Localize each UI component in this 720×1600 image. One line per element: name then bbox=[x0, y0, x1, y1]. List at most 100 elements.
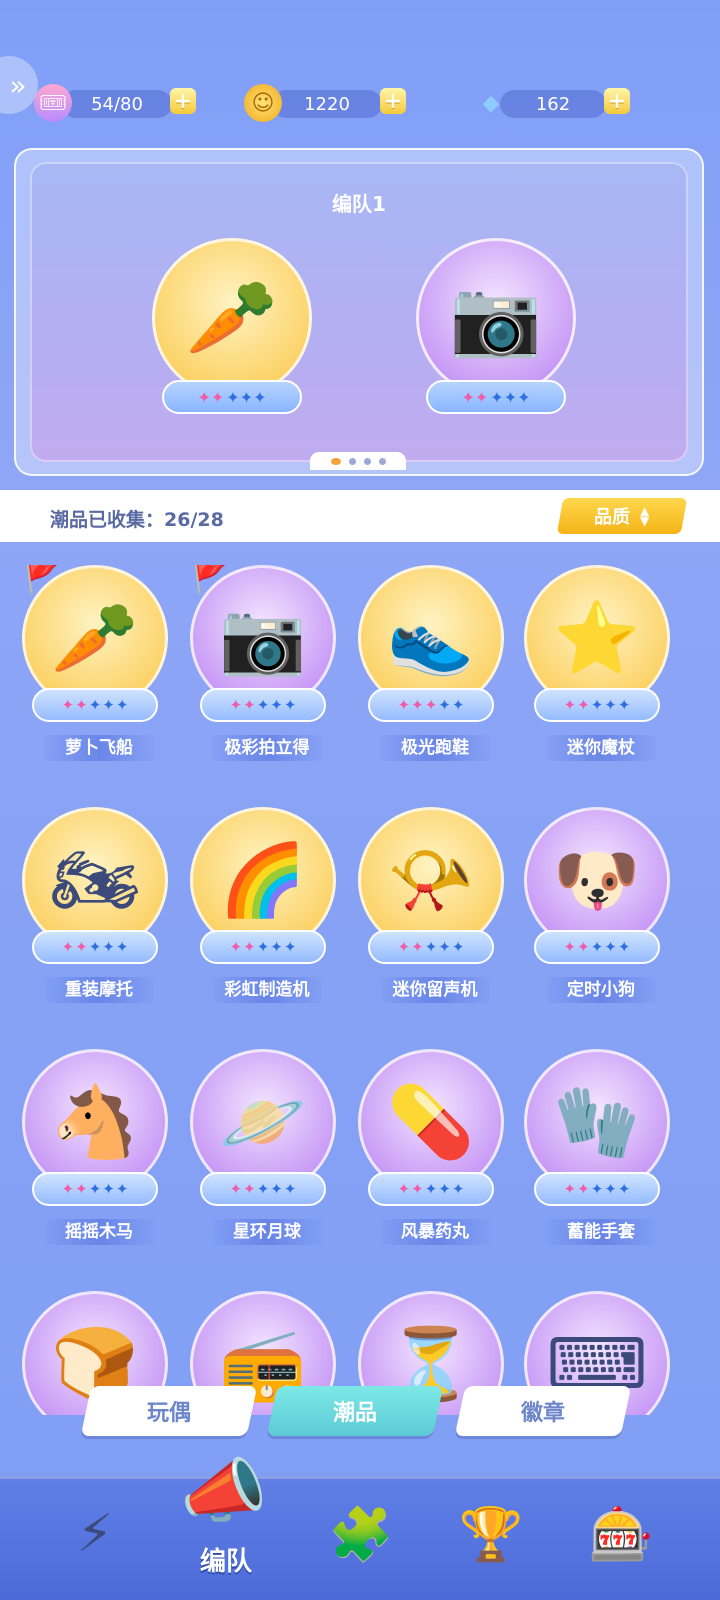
item-icon: 📯 bbox=[387, 838, 475, 921]
star-icon: ✦ bbox=[270, 696, 283, 714]
star-icon: ✦ bbox=[115, 696, 129, 714]
item-name: 星环月球 bbox=[212, 1219, 322, 1245]
collection-item[interactable]: 🐶 ✦ ✦ ✦ ✦ ✦ 定时小狗 bbox=[516, 807, 676, 1017]
collection-count: 潮品已收集：26/28 bbox=[50, 509, 224, 531]
page-dot bbox=[330, 457, 341, 465]
star-icon: ✦ bbox=[102, 696, 115, 714]
page-dot bbox=[348, 457, 356, 465]
star-icon: ✦ bbox=[397, 1180, 411, 1198]
star-icon: ✦ bbox=[88, 696, 102, 714]
item-icon: 🏍 bbox=[50, 838, 140, 921]
star-icon: ✦ bbox=[577, 696, 590, 714]
star-icon: ✦ bbox=[243, 696, 256, 714]
star-icon: ✦ bbox=[424, 1180, 438, 1198]
star-icon: ✦ bbox=[438, 696, 451, 714]
item-icon: ⭐ bbox=[553, 596, 641, 679]
star-icon: ✦ bbox=[270, 1180, 283, 1198]
star-icon: ✦ bbox=[256, 938, 270, 956]
nav-team-label: 编队 bbox=[199, 1547, 252, 1577]
star-icon: ✦ bbox=[577, 1180, 590, 1198]
gem-value: 162 bbox=[535, 93, 571, 115]
item-name: 蓄能手套 bbox=[546, 1219, 656, 1245]
star-icon: ✦ bbox=[256, 1180, 270, 1198]
team-slot-1-stars: ✦✦ ✦✦✦ bbox=[162, 380, 302, 414]
collection-item[interactable]: 🐴 ✦ ✦ ✦ ✦ ✦ 摇摇木马 bbox=[14, 1049, 174, 1259]
star-icon: ✦ bbox=[397, 696, 411, 714]
star-icon: ✦ bbox=[617, 696, 631, 714]
nav-puzzle[interactable]: 🧩 bbox=[316, 1489, 406, 1579]
in-team-flag-icon: 🚩 bbox=[192, 565, 230, 596]
puzzle-icon: 🧩 bbox=[328, 1504, 394, 1565]
item-icon: 🐶 bbox=[553, 838, 641, 921]
star-icon: ✦ bbox=[563, 938, 577, 956]
item-star-rating: ✦ ✦ ✦ ✦ ✦ bbox=[534, 688, 660, 722]
page-dot bbox=[378, 457, 386, 465]
item-name: 迷你魔杖 bbox=[546, 735, 656, 761]
instant-camera-icon: 📷 bbox=[449, 274, 543, 361]
team-page-indicator[interactable] bbox=[310, 452, 406, 470]
sort-toggle-icon: ▲ ▼ bbox=[640, 504, 650, 528]
star-icon: ✦ bbox=[590, 696, 604, 714]
carrot-ship-icon: 🥕 bbox=[185, 274, 279, 361]
add-coins-button[interactable]: + bbox=[380, 88, 406, 114]
nav-trophy[interactable]: 🏆 bbox=[446, 1489, 536, 1579]
collection-item[interactable]: 🪐 ✦ ✦ ✦ ✦ ✦ 星环月球 bbox=[182, 1049, 342, 1259]
item-star-rating: ✦ ✦ ✦ ✦ ✦ bbox=[534, 930, 660, 964]
star-icon: ✦ bbox=[590, 938, 604, 956]
item-name: 极光跑鞋 bbox=[380, 735, 490, 761]
collection-item[interactable]: 🧤 ✦ ✦ ✦ ✦ ✦ 蓄能手套 bbox=[516, 1049, 676, 1259]
team-slot-1[interactable]: 🥕 bbox=[152, 238, 312, 398]
collection-item[interactable]: 🥕 🚩 ✦ ✦ ✦ ✦ ✦ 萝卜飞船 bbox=[14, 565, 174, 775]
item-icon: 📷 bbox=[219, 596, 307, 679]
tab-dolls-label: 玩偶 bbox=[146, 1401, 191, 1426]
ticket-icon: 🎟 bbox=[34, 84, 72, 122]
tab-dolls[interactable]: 玩偶 bbox=[80, 1386, 258, 1436]
collapse-arrow-icon[interactable]: » bbox=[0, 56, 38, 114]
star-icon: ✦ bbox=[617, 1180, 631, 1198]
star-icon: ✦ bbox=[256, 696, 270, 714]
star-icon: ✦ bbox=[229, 696, 243, 714]
item-star-rating: ✦ ✦ ✦ ✦ ✦ bbox=[200, 930, 326, 964]
nav-bolt-badge[interactable]: ⚡ bbox=[50, 1489, 140, 1579]
collection-item[interactable]: 💊 ✦ ✦ ✦ ✦ ✦ 风暴药丸 bbox=[350, 1049, 510, 1259]
item-name: 迷你留声机 bbox=[380, 977, 490, 1003]
tab-trendy-items-label: 潮品 bbox=[332, 1401, 377, 1426]
bolt-badge-icon: ⚡ bbox=[76, 1504, 114, 1564]
add-gems-button[interactable]: + bbox=[604, 88, 630, 114]
item-icon: 💊 bbox=[387, 1080, 475, 1163]
item-name: 重装摩托 bbox=[44, 977, 154, 1003]
collection-item[interactable]: 👟 ✦ ✦ ✦ ✦ ✦ 极光跑鞋 bbox=[350, 565, 510, 775]
collection-item[interactable]: 📷 🚩 ✦ ✦ ✦ ✦ ✦ 极彩拍立得 bbox=[182, 565, 342, 775]
collection-item[interactable]: 📯 ✦ ✦ ✦ ✦ ✦ 迷你留声机 bbox=[350, 807, 510, 1017]
coin-value: 1220 bbox=[304, 93, 350, 115]
collection-item[interactable]: ⭐ ✦ ✦ ✦ ✦ ✦ 迷你魔杖 bbox=[516, 565, 676, 775]
add-tickets-button[interactable]: + bbox=[170, 88, 196, 114]
star-icon: ✦ bbox=[451, 1180, 465, 1198]
star-icon: ✦ bbox=[88, 1180, 102, 1198]
ticket-counter: 🎟 54/80 + bbox=[34, 84, 196, 122]
collection-item[interactable]: 🏍 ✦ ✦ ✦ ✦ ✦ 重装摩托 bbox=[14, 807, 174, 1017]
nav-gacha[interactable]: 🎰 bbox=[576, 1489, 666, 1579]
item-star-rating: ✦ ✦ ✦ ✦ ✦ bbox=[200, 688, 326, 722]
team-title: 编队1 bbox=[332, 192, 386, 216]
star-icon: ✦ bbox=[61, 696, 75, 714]
star-icon: ✦ bbox=[283, 938, 297, 956]
team-slot-2[interactable]: 📷 bbox=[416, 238, 576, 398]
quality-sort-button[interactable]: 品质 ▲ ▼ bbox=[556, 498, 688, 534]
category-tabs: 玩偶 潮品 徽章 bbox=[0, 1382, 720, 1454]
tab-trendy-items[interactable]: 潮品 bbox=[266, 1386, 444, 1436]
item-star-rating: ✦ ✦ ✦ ✦ ✦ bbox=[368, 688, 494, 722]
star-icon: ✦ bbox=[563, 1180, 577, 1198]
bottom-nav: ⚡ 📣 编队 🧩 🏆 🎰 bbox=[0, 1450, 720, 1600]
gacha-machine-icon: 🎰 bbox=[588, 1504, 654, 1565]
star-icon: ✦ bbox=[604, 938, 617, 956]
tab-badges[interactable]: 徽章 bbox=[454, 1386, 632, 1436]
whistle-icon: 📣 bbox=[180, 1449, 268, 1532]
item-icon: 🐴 bbox=[51, 1080, 139, 1163]
star-icon: ✦ bbox=[438, 938, 451, 956]
nav-team[interactable]: 📣 编队 bbox=[156, 1441, 296, 1591]
star-icon: ✦ bbox=[411, 938, 424, 956]
ticket-value: 54/80 bbox=[91, 93, 143, 115]
item-icon: 🪐 bbox=[219, 1080, 307, 1163]
collection-item[interactable]: 🌈 ✦ ✦ ✦ ✦ ✦ 彩虹制造机 bbox=[182, 807, 342, 1017]
